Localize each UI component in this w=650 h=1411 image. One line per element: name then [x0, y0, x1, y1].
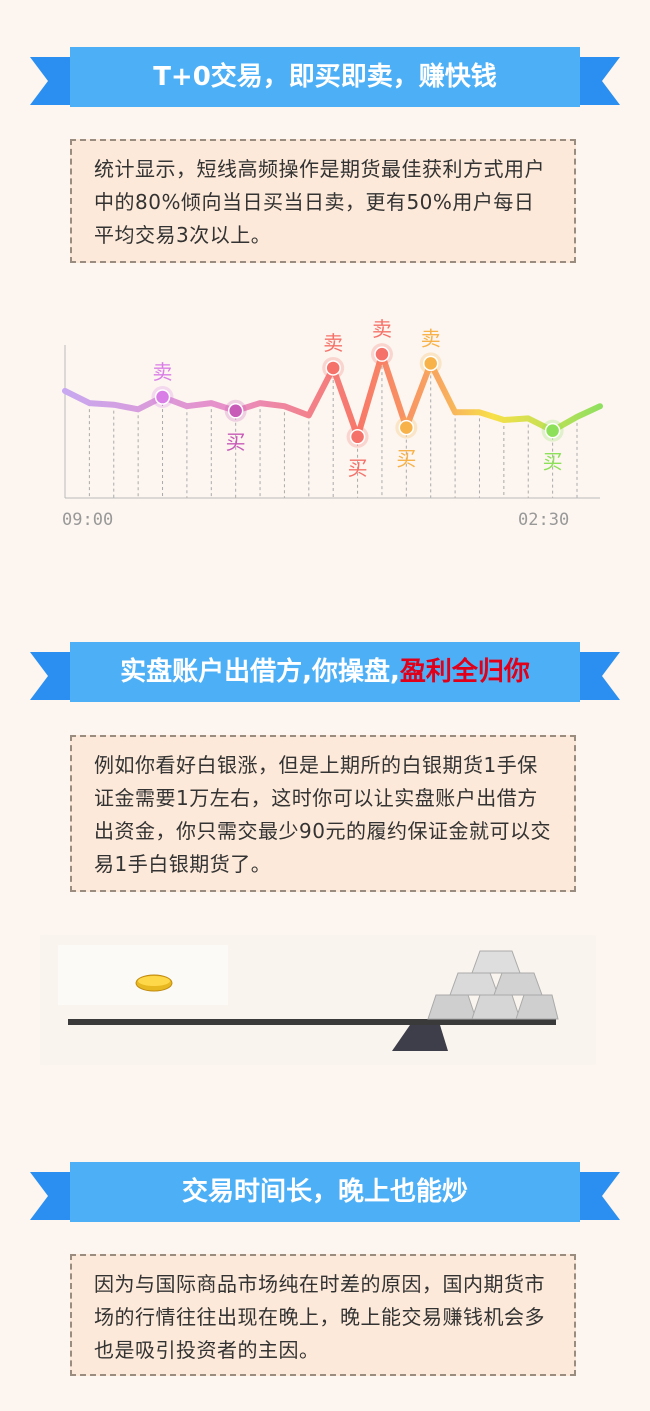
section-title: 实盘账户出借方,你操盘,盈利全归你 — [70, 642, 580, 702]
balance-scale-illustration — [40, 935, 596, 1065]
section-2-description: 例如你看好白银涨，但是上期所的白银期货1手保证金需要1万左右，这时你可以让实盘账… — [70, 735, 576, 892]
section-2-banner: 实盘账户出借方,你操盘,盈利全归你 — [30, 642, 620, 702]
buy-label: 买 — [226, 430, 246, 454]
sell-label: 卖 — [323, 331, 343, 355]
buy-point — [349, 429, 366, 445]
sell-label: 卖 — [372, 317, 392, 341]
sell-point — [154, 389, 171, 405]
sell-point — [422, 355, 439, 372]
section-3-banner: 交易时间长，晚上也能炒 — [30, 1162, 620, 1222]
section-title: 交易时间长，晚上也能炒 — [181, 1177, 468, 1207]
x-tick-start: 09:00 — [62, 510, 113, 530]
section-title: T+0交易，即买即卖，赚快钱 — [153, 62, 497, 92]
section-1-description: 统计显示，短线高频操作是期货最佳获利方式用户中的80%倾向当日买当日卖，更有50… — [70, 139, 576, 263]
section-title-highlight: 盈利全归你 — [399, 657, 530, 687]
buy-label: 买 — [543, 450, 563, 474]
section-1-banner: T+0交易，即买即卖，赚快钱 — [30, 47, 620, 107]
trading-line-chart: 卖买 卖买 卖买 卖买 09:00 02:30 — [62, 317, 603, 530]
coin-plate — [58, 945, 228, 1005]
scale-beam — [68, 1019, 556, 1025]
buy-label: 买 — [348, 456, 368, 480]
section-3-description: 因为与国际商品市场纯在时差的原因，国内期货市场的行情往往出现在晚上，晚上能交易赚… — [70, 1254, 576, 1376]
scale-fulcrum — [392, 1025, 448, 1051]
scale-drawing — [58, 945, 559, 1051]
buy-point — [227, 403, 244, 419]
buy-point — [544, 422, 561, 439]
sell-point — [374, 346, 390, 362]
sell-label: 卖 — [421, 326, 441, 350]
buy-point — [398, 419, 415, 436]
sell-point — [325, 360, 341, 376]
sell-label: 卖 — [153, 360, 173, 384]
section-title-main: 实盘账户出借方,你操盘, — [120, 657, 400, 687]
x-tick-end: 02:30 — [518, 510, 569, 530]
silver-bars-icon — [427, 950, 559, 1020]
coin-shine — [138, 976, 170, 986]
buy-label: 买 — [396, 447, 416, 471]
